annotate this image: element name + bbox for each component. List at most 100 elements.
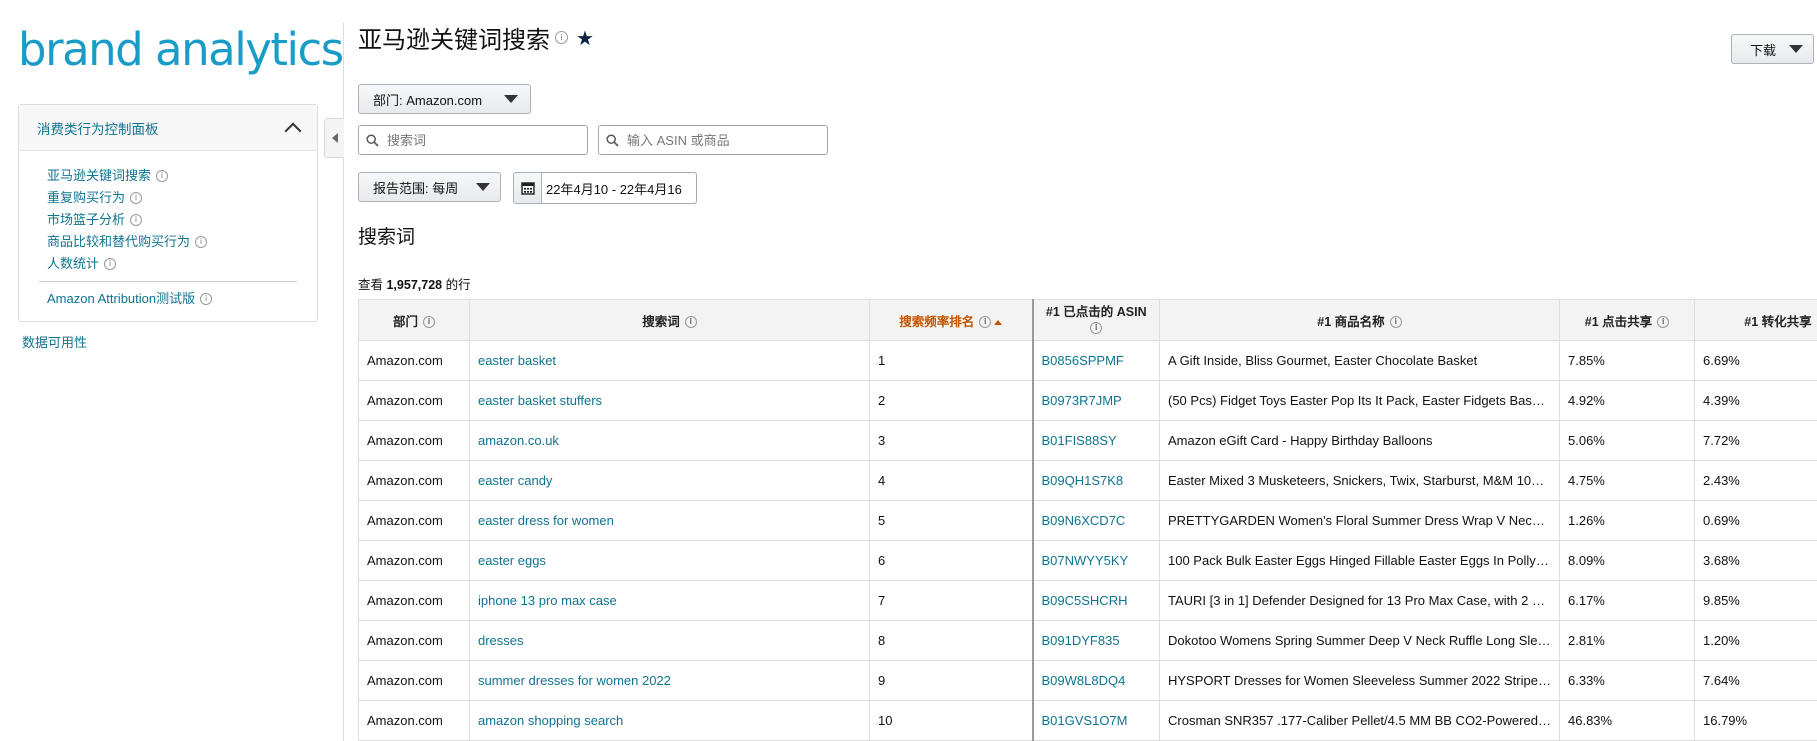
cell-conversion-share: 16.79% [1694, 700, 1817, 741]
cell-search-term[interactable]: iphone 13 pro max case [469, 580, 870, 621]
cell-asin[interactable]: B0973R7JMP [1031, 380, 1160, 421]
table-row: Amazon.com easter basket 1 B0856SPPMF A Gift… [358, 340, 1817, 381]
sidebar-item-attribution[interactable]: Amazon Attribution测试版 i [47, 288, 317, 310]
info-icon: i [684, 316, 697, 329]
chevron-up-icon[interactable] [284, 122, 302, 139]
cell-search-term[interactable]: easter basket [469, 340, 870, 381]
cell-conversion-share: 7.64% [1694, 660, 1817, 701]
cell-department: Amazon.com [358, 540, 470, 581]
data-availability-link[interactable]: 数据可用性 [22, 332, 87, 351]
cell-click-share: 5.06% [1559, 420, 1695, 461]
info-icon: i [423, 316, 435, 329]
cell-asin[interactable]: B01FIS88SY [1031, 420, 1160, 461]
sidebar-item-keyword-search[interactable]: 亚马逊关键词搜索 i [47, 165, 317, 187]
info-icon[interactable]: i [555, 31, 568, 44]
cell-asin[interactable]: B09QH1S7K8 [1031, 460, 1160, 501]
table-row: Amazon.com iphone 13 pro max case 7 B09C5SH… [358, 580, 1817, 621]
cell-rank: 6 [869, 540, 1033, 581]
table-row: Amazon.com easter eggs 6 B07NWYY5KY 100 Pack… [358, 540, 1817, 581]
report-range-dropdown[interactable]: 报告范围: 每周 [358, 172, 501, 202]
search-icon [606, 133, 619, 147]
info-icon: i [200, 293, 213, 305]
info-icon: i [1657, 316, 1670, 329]
cell-asin[interactable]: B09C5SHCRH [1031, 580, 1160, 621]
section-title: 搜索词 [358, 226, 416, 248]
cell-asin[interactable]: B07NWYY5KY [1031, 540, 1160, 581]
info-icon: i [1090, 321, 1103, 334]
cell-rank: 10 [869, 700, 1033, 741]
cell-product-name: PRETTYGARDEN Women's Floral Summer Dress… [1159, 500, 1560, 541]
cell-rank: 3 [869, 420, 1033, 461]
header-department[interactable]: 部门 i [358, 299, 470, 341]
cell-search-term[interactable]: summer dresses for women 2022 [469, 660, 870, 701]
cell-product-name: (50 Pcs) Fidget Toys Easter Pop Its It P… [1159, 380, 1560, 421]
table-header-row: 部门 i 搜索词 i 搜索频率排名 i #1 已点击的 ASIN i #1 商品名称 i … [358, 299, 1817, 341]
cell-conversion-share: 1.20% [1694, 620, 1817, 661]
download-button[interactable]: 下载 [1731, 34, 1814, 64]
sidebar-item-item-comparison[interactable]: 商品比较和替代购买行为 i [47, 231, 317, 253]
cell-product-name: TAURI [3 in 1] Defender Designed for 13 … [1159, 580, 1560, 621]
asin-search-input[interactable] [625, 131, 809, 149]
star-icon[interactable]: ★ [576, 26, 594, 50]
cell-search-term[interactable]: dresses [469, 620, 870, 661]
cell-click-share: 8.09% [1559, 540, 1695, 581]
header-asin[interactable]: #1 已点击的 ASIN i [1031, 299, 1160, 341]
cell-product-name: Dokotoo Womens Spring Summer Deep V Neck… [1159, 620, 1560, 661]
cell-rank: 9 [869, 660, 1033, 701]
header-rank[interactable]: 搜索频率排名 i [869, 299, 1033, 341]
panel-header[interactable]: 消费类行为控制面板 [19, 105, 317, 151]
cell-department: Amazon.com [358, 500, 470, 541]
cell-click-share: 4.75% [1559, 460, 1695, 501]
header-click-share[interactable]: #1 点击共享 i [1559, 299, 1695, 341]
cell-conversion-share: 7.72% [1694, 420, 1817, 461]
cell-rank: 2 [869, 380, 1033, 421]
collapse-sidebar-button[interactable] [324, 118, 344, 158]
header-search-term[interactable]: 搜索词 i [469, 299, 870, 341]
cell-search-term[interactable]: easter candy [469, 460, 870, 501]
header-product[interactable]: #1 商品名称 i [1159, 299, 1560, 341]
info-icon: i [156, 170, 169, 182]
search-term-input[interactable] [385, 131, 569, 149]
cell-rank: 8 [869, 620, 1033, 661]
table-row: Amazon.com dresses 8 B091DYF835 Dokotoo Wome… [358, 620, 1817, 661]
cell-asin[interactable]: B01GVS1O7M [1031, 700, 1160, 741]
cell-product-name: Amazon eGift Card - Happy Birthday Ballo… [1159, 420, 1560, 461]
cell-click-share: 2.81% [1559, 620, 1695, 661]
asin-search-field[interactable] [598, 125, 828, 155]
cell-asin[interactable]: B09W8L8DQ4 [1031, 660, 1160, 701]
cell-click-share: 6.33% [1559, 660, 1695, 701]
panel-title: 消费类行为控制面板 [37, 121, 159, 137]
cell-conversion-share: 6.69% [1694, 340, 1817, 381]
info-icon: i [104, 258, 117, 270]
table-row: Amazon.com summer dresses for women 2022 9… [358, 660, 1817, 701]
date-range-field[interactable]: 22年4月10 - 22年4月16 [542, 172, 697, 204]
cell-rank: 5 [869, 500, 1033, 541]
cell-click-share: 4.92% [1559, 380, 1695, 421]
search-term-field[interactable] [358, 125, 588, 155]
cell-click-share: 6.17% [1559, 580, 1695, 621]
calendar-button[interactable] [513, 172, 542, 204]
cell-search-term[interactable]: easter eggs [469, 540, 870, 581]
sidebar-item-market-basket[interactable]: 市场篮子分析 i [47, 209, 317, 231]
sidebar-item-repeat-purchase[interactable]: 重复购买行为 i [47, 187, 317, 209]
sidebar-panel: 消费类行为控制面板 亚马逊关键词搜索 i 重复购买行为 i 市场篮子分析 i 商品比较… [18, 104, 318, 322]
cell-asin[interactable]: B091DYF835 [1031, 620, 1160, 661]
cell-search-term[interactable]: amazon shopping search [469, 700, 870, 741]
calendar-icon [520, 182, 535, 195]
header-conversion-share[interactable]: #1 转化共享i [1694, 299, 1817, 341]
cell-search-term[interactable]: amazon.co.uk [469, 420, 870, 461]
cell-asin[interactable]: B09N6XCD7C [1031, 500, 1160, 541]
cell-department: Amazon.com [358, 580, 470, 621]
sort-ascending-icon [994, 319, 1003, 325]
table-row: Amazon.com amazon shopping search 10 B01GVS… [358, 700, 1817, 741]
cell-product-name: Crosman SNR357 .177-Caliber Pellet/4.5 M… [1159, 700, 1560, 741]
search-icon [366, 133, 379, 147]
table-row: Amazon.com easter basket stuffers 2 B0973R7… [358, 380, 1817, 421]
cell-search-term[interactable]: easter basket stuffers [469, 380, 870, 421]
cell-asin[interactable]: B0856SPPMF [1031, 340, 1160, 381]
cell-search-term[interactable]: easter dress for women [469, 500, 870, 541]
department-dropdown[interactable]: 部门: Amazon.com [358, 84, 531, 114]
sidebar-item-demographics[interactable]: 人数统计 i [47, 253, 317, 275]
cell-conversion-share: 3.68% [1694, 540, 1817, 581]
cell-department: Amazon.com [358, 660, 470, 701]
